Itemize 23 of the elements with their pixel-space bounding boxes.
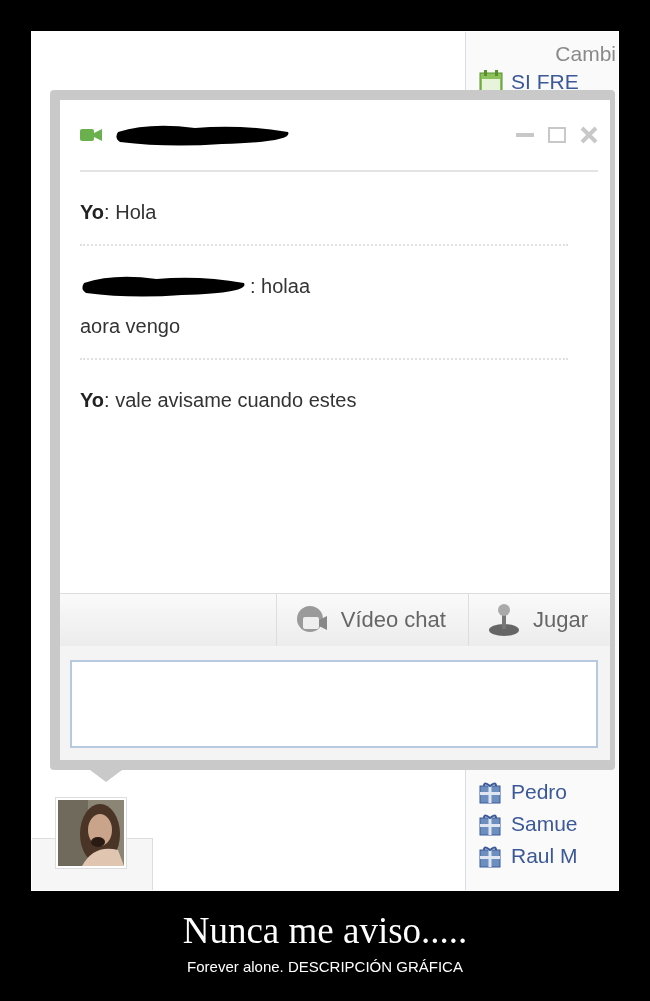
gift-icon (479, 812, 501, 836)
poster-title: Nunca me aviso..... (181, 909, 469, 952)
birthday-link[interactable]: Samue (511, 812, 578, 836)
chat-message: aora vengo (80, 314, 181, 339)
gift-icon (479, 844, 501, 868)
minimize-icon[interactable] (516, 133, 534, 137)
event-link[interactable]: SI FRE (511, 70, 579, 94)
poster-subtitle: Forever alone. DESCRIPCIÓN GRÁFICA (186, 958, 464, 975)
close-icon[interactable] (580, 126, 598, 144)
joystick-icon (486, 603, 521, 637)
message-input[interactable] (70, 660, 598, 748)
chat-tab[interactable] (32, 797, 153, 890)
chat-message: Yo: vale avisame cuando estes (80, 388, 357, 413)
maximize-icon[interactable] (548, 127, 566, 143)
birthday-link[interactable]: Pedro (511, 780, 568, 804)
play-button[interactable]: Jugar (468, 594, 610, 646)
video-camera-icon (80, 128, 102, 142)
section-heading: Cambi (554, 41, 617, 66)
chat-message: Yo: Hola (80, 200, 157, 225)
video-camera-icon (294, 605, 329, 635)
chat-message: : holaa (250, 274, 311, 299)
gift-icon (479, 780, 501, 804)
birthday-link[interactable]: Raul M (511, 844, 578, 868)
